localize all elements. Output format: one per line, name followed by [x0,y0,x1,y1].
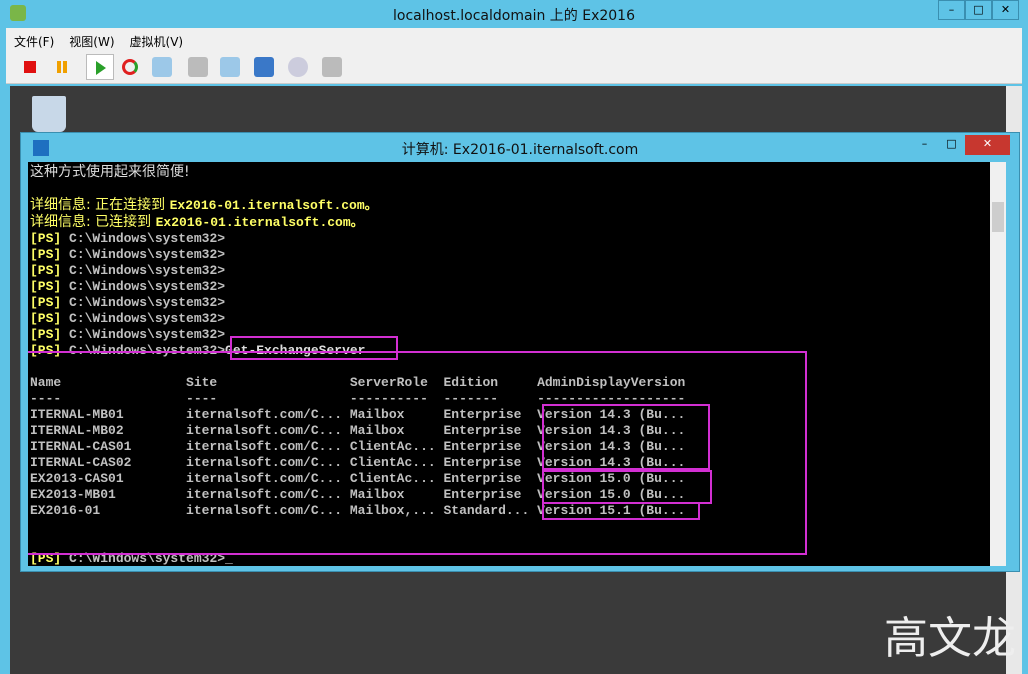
window-title: localhost.localdomain 上的 Ex2016 [392,8,635,24]
watermark: 高文龙 [884,613,1016,664]
console-close-button[interactable]: ✕ [965,135,1010,155]
menu-vm[interactable]: 虚拟机(V) [122,28,191,50]
minimize-button[interactable]: – [938,0,965,20]
stop-icon[interactable] [20,57,40,77]
highlight-version-15-0 [542,470,712,504]
console-output[interactable]: 这种方式使用起来很简便! 详细信息: 正在连接到 Ex2016-01.itern… [28,162,990,566]
menu-view[interactable]: 视图(W) [61,28,121,50]
recycle-bin-icon[interactable] [32,96,66,132]
toolbar [6,50,1022,84]
usb-icon[interactable] [322,57,342,77]
highlight-version-15-1 [542,502,700,520]
manage-snapshots-icon[interactable] [220,57,240,77]
snapshot-icon[interactable] [152,57,172,77]
close-button[interactable]: ✕ [992,0,1019,20]
menu-bar: 文件(F) 视图(W) 虚拟机(V) [6,28,1022,50]
pause-icon[interactable] [52,57,72,77]
revert-icon[interactable] [188,57,208,77]
scroll-thumb[interactable] [992,202,1004,232]
maximize-button[interactable]: □ [965,0,992,20]
window-titlebar: localhost.localdomain 上的 Ex2016 – □ ✕ [0,0,1028,28]
menu-file[interactable]: 文件(F) [6,28,61,50]
play-icon[interactable] [86,54,114,80]
highlight-version-14 [542,404,710,470]
console-title: 计算机: Ex2016-01.iternalsoft.com [401,142,639,158]
console-minimize-button[interactable]: – [911,135,938,155]
reset-icon[interactable] [120,57,140,77]
settings-icon[interactable] [254,57,274,77]
console-maximize-button[interactable]: □ [938,135,965,155]
console-scrollbar[interactable] [990,162,1006,566]
cd-icon[interactable] [288,57,308,77]
